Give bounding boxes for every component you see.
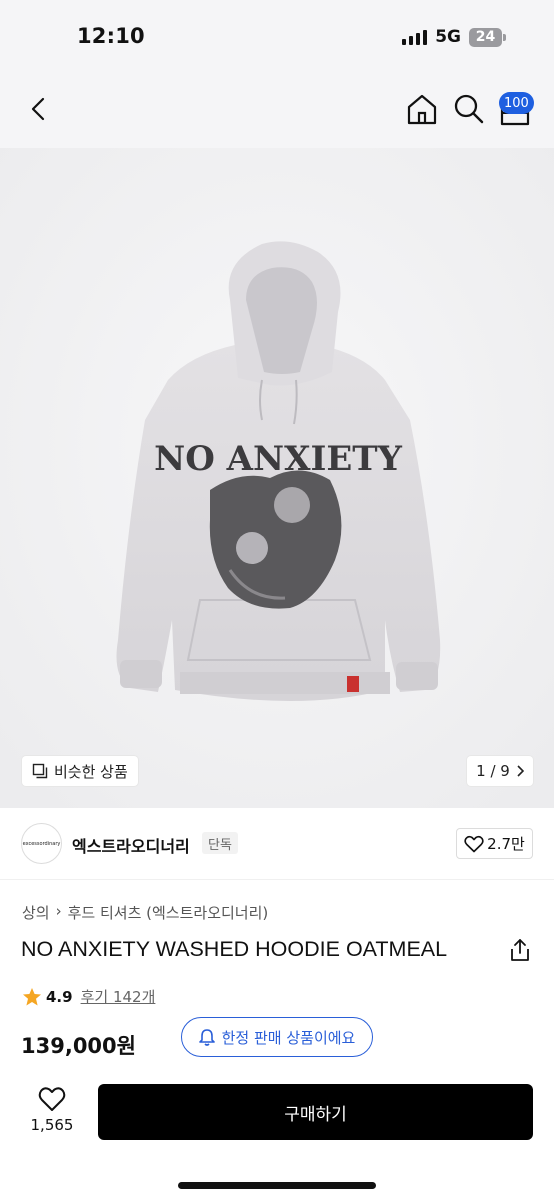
cart-count-badge: 100 xyxy=(499,92,534,114)
breadcrumb-item[interactable]: 상의 xyxy=(22,902,50,923)
wishlist-count: 1,565 xyxy=(30,1116,74,1134)
image-pager-button[interactable]: 1 / 9 xyxy=(467,756,533,786)
heart-icon xyxy=(38,1087,66,1111)
battery-level: 24 xyxy=(469,27,502,47)
battery-icon: 24 xyxy=(469,27,506,47)
brand-like-button[interactable]: 2.7만 xyxy=(456,828,533,859)
status-time: 12:10 xyxy=(77,24,145,48)
bottom-action-bar: 1,565 구매하기 xyxy=(0,1072,554,1200)
wishlist-button[interactable]: 1,565 xyxy=(22,1086,82,1146)
brand-logo[interactable]: excessordinary xyxy=(21,823,62,864)
brand-like-count: 2.7만 xyxy=(487,835,525,853)
rating-value: 4.9 xyxy=(46,987,73,1006)
limited-sale-notice[interactable]: 한정 판매 상품이에요 xyxy=(181,1017,373,1057)
chevron-right-icon xyxy=(517,765,524,777)
back-button[interactable] xyxy=(22,92,54,126)
breadcrumb-separator: › xyxy=(55,902,62,920)
home-indicator xyxy=(178,1182,376,1189)
network-label: 5G xyxy=(435,27,461,47)
image-page-indicator: 1 / 9 xyxy=(476,762,510,780)
similar-products-button[interactable]: 비슷한 상품 xyxy=(22,756,138,786)
brand-name[interactable]: 엑스트라오디너리 xyxy=(72,833,190,857)
search-button[interactable] xyxy=(452,92,486,126)
top-nav-bar xyxy=(0,72,554,148)
buy-button[interactable]: 구매하기 xyxy=(98,1084,533,1140)
chevron-left-icon xyxy=(31,97,45,121)
breadcrumb-item[interactable]: 후드 티셔츠 (엑스트라오디너리) xyxy=(68,902,269,923)
status-bar: 12:10 5G 24 xyxy=(0,0,554,72)
bell-icon xyxy=(198,1029,215,1046)
status-indicators: 5G 24 xyxy=(402,27,506,47)
exclusive-tag: 단독 xyxy=(202,832,238,854)
product-price: 139,000원 xyxy=(21,1034,136,1058)
search-icon xyxy=(454,94,484,124)
share-icon xyxy=(511,939,529,961)
star-icon xyxy=(23,987,41,1005)
hoodie-print-text: NO ANXIETY xyxy=(154,439,402,479)
review-count-link[interactable]: 후기 142개 xyxy=(81,986,156,1007)
home-button[interactable] xyxy=(404,91,440,127)
brand-row: excessordinary 엑스트라오디너리 단독 2.7만 xyxy=(0,808,554,880)
similar-products-label: 비슷한 상품 xyxy=(54,762,128,781)
hoodie-image: NO ANXIETY xyxy=(0,148,554,808)
product-name: NO ANXIETY WASHED HOODIE OATMEAL xyxy=(21,937,448,961)
heart-icon xyxy=(464,835,484,852)
limited-sale-label: 한정 판매 상품이에요 xyxy=(221,1028,356,1047)
rating-row: 4.9 후기 142개 xyxy=(22,986,155,1007)
signal-icon xyxy=(402,29,428,45)
home-icon xyxy=(407,94,437,125)
similar-items-icon xyxy=(32,763,48,779)
share-button[interactable] xyxy=(509,938,531,962)
product-image-carousel[interactable]: NO ANXIETY xyxy=(0,148,554,808)
category-breadcrumb: 상의 › 후드 티셔츠 (엑스트라오디너리) xyxy=(22,902,268,923)
brand-logo-text: excessordinary xyxy=(22,840,61,847)
